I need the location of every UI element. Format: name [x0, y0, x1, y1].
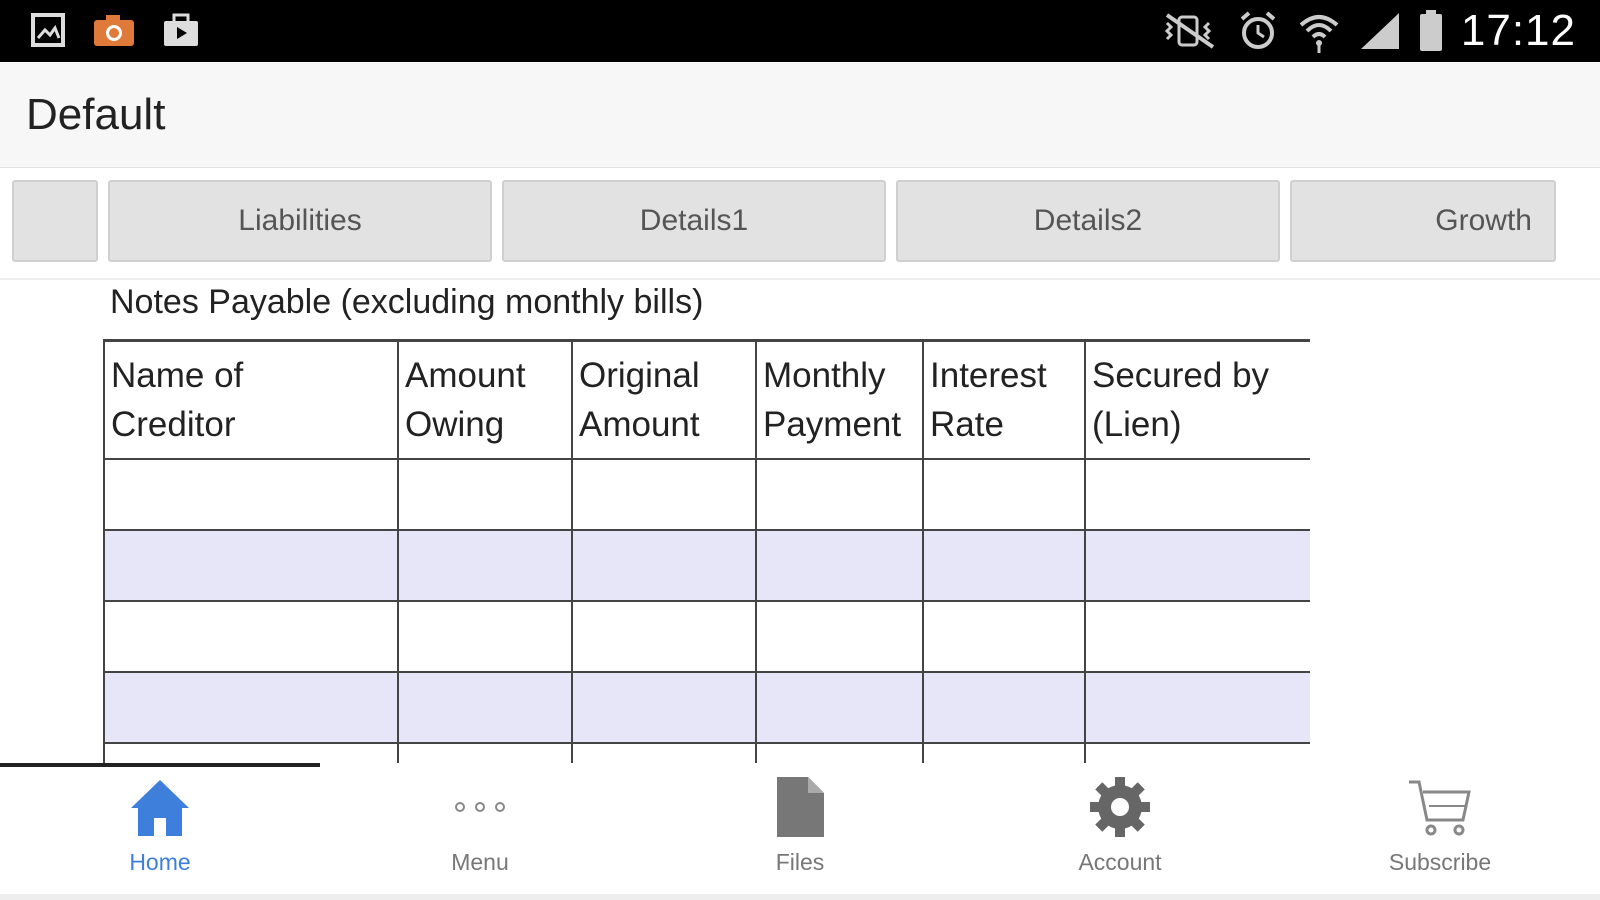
- nav-account-label: Account: [1078, 849, 1162, 875]
- column-header-creditor: Name of Creditor: [103, 339, 399, 460]
- column-header-monthly-payment: Monthly Payment: [755, 339, 924, 460]
- table-cell[interactable]: [755, 528, 924, 602]
- table-cell[interactable]: [571, 457, 757, 531]
- table-cell[interactable]: [397, 457, 573, 531]
- nav-subscribe-label: Subscribe: [1388, 849, 1492, 875]
- tab-details1[interactable]: Details1: [502, 180, 886, 262]
- tab-details2[interactable]: Details2: [896, 180, 1280, 262]
- home-icon: [131, 780, 189, 836]
- tab-growth[interactable]: Growth: [1290, 180, 1556, 262]
- table-cell[interactable]: [103, 741, 399, 763]
- nav-subscribe[interactable]: Subscribe: [1340, 771, 1540, 891]
- notes-payable-table: Name of Creditor Amount Owing Original Amou…: [103, 339, 1310, 763]
- status-time: 17:12: [1460, 6, 1576, 55]
- table-cell[interactable]: [571, 528, 757, 602]
- column-header-original-amount: Original Amount: [571, 339, 757, 460]
- bottom-navigation: Home Menu Files Account Subscribe: [0, 763, 1600, 900]
- file-icon: [777, 777, 824, 837]
- page-title: Default: [26, 90, 166, 139]
- tab-strip: Liabilities Details1 Details2 Growth: [0, 168, 1600, 280]
- table-cell[interactable]: [1084, 741, 1310, 763]
- nav-files[interactable]: Files: [700, 771, 900, 891]
- gear-icon: [1090, 777, 1150, 837]
- table-cell[interactable]: [103, 457, 399, 531]
- column-header-interest-rate: Interest Rate: [922, 339, 1086, 460]
- nav-account[interactable]: Account: [1020, 771, 1220, 891]
- table-cell[interactable]: [755, 457, 924, 531]
- table-cell[interactable]: [103, 670, 399, 744]
- column-header-secured-by: Secured by (Lien): [1084, 339, 1310, 460]
- table-cell[interactable]: [755, 741, 924, 763]
- vibrate-mute-icon: [1164, 13, 1215, 49]
- alarm-icon: [1240, 11, 1276, 49]
- nav-menu-label: Menu: [451, 849, 509, 875]
- active-tab-indicator: [0, 763, 320, 767]
- table-row: [103, 741, 1310, 763]
- table-cell[interactable]: [922, 457, 1086, 531]
- table-row: [103, 528, 1310, 602]
- column-header-amount-owing: Amount Owing: [397, 339, 573, 460]
- cart-icon: [1409, 780, 1471, 836]
- table-cell[interactable]: [103, 528, 399, 602]
- table-cell[interactable]: [922, 670, 1086, 744]
- table-cell[interactable]: [922, 528, 1086, 602]
- table-cell[interactable]: [571, 741, 757, 763]
- bottom-divider: [0, 894, 1600, 900]
- wifi-icon: [1299, 15, 1339, 53]
- table-cell[interactable]: [1084, 599, 1310, 673]
- more-dots-icon: [455, 802, 505, 812]
- table-cell[interactable]: [397, 599, 573, 673]
- table-header-row: Name of Creditor Amount Owing Original Amou…: [103, 339, 1310, 460]
- gallery-icon: [31, 13, 65, 47]
- table-cell[interactable]: [571, 599, 757, 673]
- table-cell[interactable]: [922, 599, 1086, 673]
- table-cell[interactable]: [397, 741, 573, 763]
- app-bar: Default: [0, 62, 1600, 169]
- table-cell[interactable]: [103, 599, 399, 673]
- tab-liabilities[interactable]: Liabilities: [108, 180, 492, 262]
- table-cell[interactable]: [755, 670, 924, 744]
- nav-home[interactable]: Home: [60, 771, 260, 891]
- table-cell[interactable]: [1084, 670, 1310, 744]
- table-cell[interactable]: [1084, 528, 1310, 602]
- table-row: [103, 599, 1310, 673]
- signal-icon: [1360, 13, 1399, 49]
- briefcase-icon: [164, 13, 198, 46]
- section-title: Notes Payable (excluding monthly bills): [110, 283, 704, 321]
- status-bar: 17:12: [0, 0, 1600, 62]
- tab-partial[interactable]: [12, 180, 98, 262]
- notes-payable-table-container: Name of Creditor Amount Owing Original Amou…: [103, 339, 1310, 763]
- table-cell[interactable]: [922, 741, 1086, 763]
- table-row: [103, 457, 1310, 531]
- table-cell[interactable]: [397, 670, 573, 744]
- battery-icon: [1419, 10, 1442, 51]
- nav-files-label: Files: [775, 849, 825, 875]
- camera-icon: [94, 15, 134, 46]
- table-cell[interactable]: [1084, 457, 1310, 531]
- table-row: [103, 670, 1310, 744]
- table-cell[interactable]: [755, 599, 924, 673]
- table-cell[interactable]: [571, 670, 757, 744]
- nav-home-label: Home: [129, 849, 191, 875]
- table-cell[interactable]: [397, 528, 573, 602]
- nav-menu[interactable]: Menu: [380, 771, 580, 891]
